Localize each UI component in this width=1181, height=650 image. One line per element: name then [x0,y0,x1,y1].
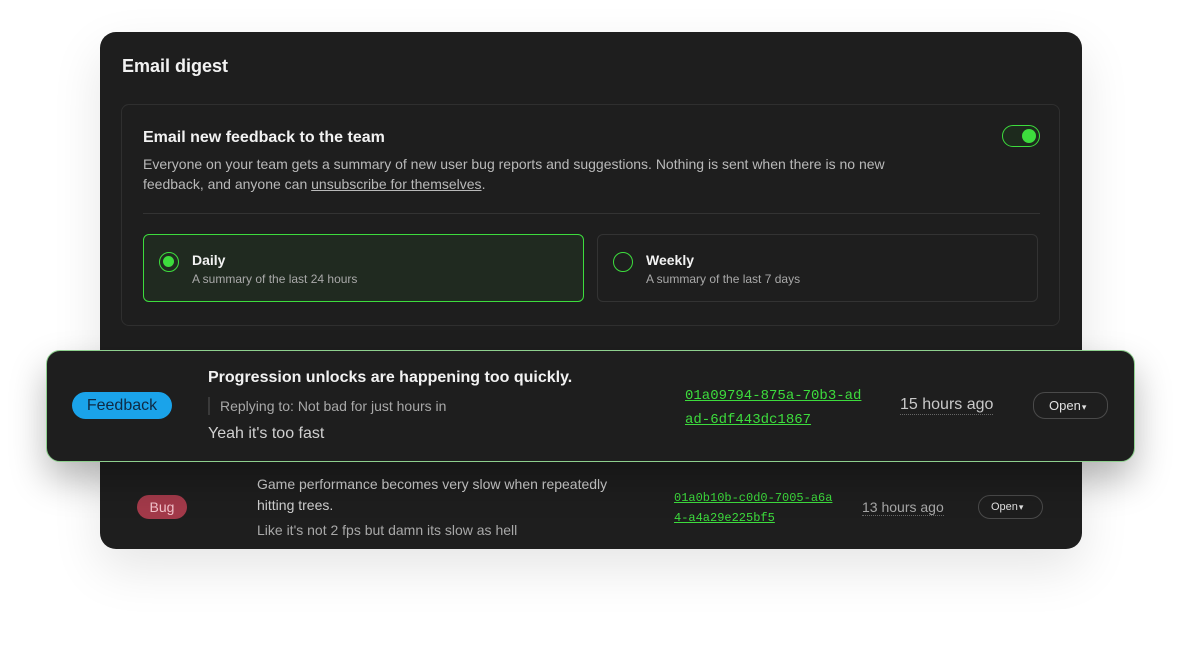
item-title: Progression unlocks are happening too qu… [208,369,573,386]
open-button[interactable]: Open▾ [978,495,1043,519]
unsubscribe-link[interactable]: unsubscribe for themselves [311,176,481,192]
item-message: Yeah it's too fast [208,425,325,442]
toggle-knob [1022,129,1036,143]
item-time: 15 hours ago [900,396,994,415]
option-sub: A summary of the last 7 days [646,272,801,286]
option-label: Daily [192,252,226,268]
email-digest-panel: Email digest Email new feedback to the t… [100,32,1082,549]
item-id-link[interactable]: 01a0b10b-c0d0-7005-a6a4-a4a29e225bf5 [674,488,834,528]
option-label: Weekly [646,252,694,268]
item-time: 13 hours ago [862,499,944,516]
feedback-email-card: Email new feedback to the team Everyone … [121,104,1060,326]
item-id-link[interactable]: 01a09794-875a-70b3-adad-6df443dc1867 [685,384,865,432]
card-description: Everyone on your team gets a summary of … [143,154,933,194]
radio-unselected-icon[interactable] [613,252,633,272]
list-item-highlighted: Feedback Progression unlocks are happeni… [46,350,1135,462]
option-sub: A summary of the last 24 hours [192,272,358,286]
list-item: Bug Game performance becomes very slow w… [100,460,1082,549]
item-title: Game performance becomes very slow when … [257,476,608,513]
panel-title: Email digest [122,56,229,76]
reply-context: Replying to: Not bad for just hours in [208,397,446,415]
item-message: Like it's not 2 fps but damn its slow as… [257,522,518,538]
radio-dot [163,256,174,267]
email-feedback-toggle[interactable] [1002,125,1040,147]
description-suffix: . [481,176,486,192]
open-label: Open [1049,398,1081,413]
divider [143,213,1040,214]
radio-selected-icon[interactable] [159,252,179,272]
open-button[interactable]: Open▾ [1033,392,1108,419]
frequency-option-weekly[interactable]: Weekly A summary of the last 7 days [597,234,1038,302]
caret-down-icon: ▾ [1018,502,1024,512]
bug-badge: Bug [137,495,187,519]
description-text: Everyone on your team gets a summary of … [143,156,885,192]
open-label: Open [991,501,1018,513]
frequency-option-daily[interactable]: Daily A summary of the last 24 hours [143,234,584,302]
card-heading: Email new feedback to the team [143,129,385,146]
feedback-badge: Feedback [72,392,172,419]
caret-down-icon: ▾ [1081,402,1087,412]
